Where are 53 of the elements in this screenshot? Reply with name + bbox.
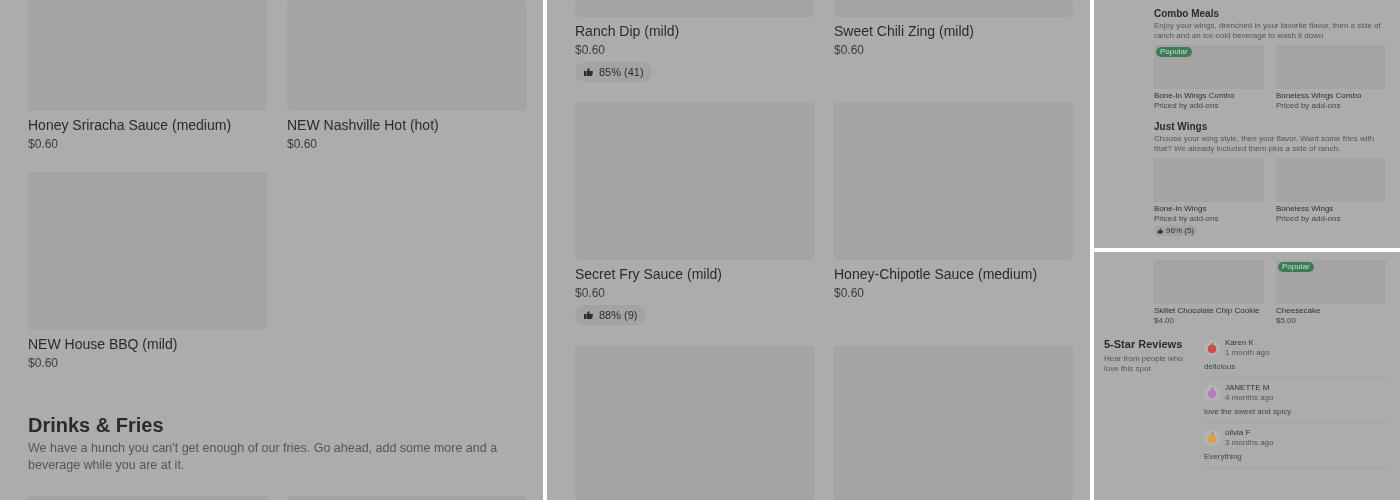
thumbs-up-icon [1157, 227, 1163, 234]
rating-text: 85% (41) [599, 64, 644, 80]
item-name: Secret Fry Sauce (mild) [575, 265, 724, 284]
item-name: Boneless Wings [1276, 204, 1335, 214]
item-price: $0.60 [28, 136, 60, 153]
item-name: Bone-In Wings Combo [1154, 91, 1236, 101]
review-text: love the sweet and spicy [1204, 407, 1293, 417]
section-description: Enjoy your wings, drenched in your favorite flavor, then a side of ranch and an ice-cold beverage to wash it down [1154, 21, 1382, 41]
review-text: Everything [1204, 452, 1243, 462]
item-name: NEW Nashville Hot (hot) [287, 116, 440, 135]
item-name: Cheesecake [1276, 306, 1322, 316]
item-price: $0.60 [28, 355, 60, 372]
item-subtitle: Priced by add-ons [1276, 214, 1342, 224]
reviewer-name: Karen K [1225, 338, 1255, 348]
review-time: 3 months ago [1225, 438, 1274, 448]
section-description: Choose your wing style, then your flavor. Want some fries with that? We already included them plus a side of ranch. [1154, 134, 1376, 154]
item-name: Honey-Chipotle Sauce (medium) [834, 265, 1039, 284]
review-time: 1 month ago [1225, 348, 1270, 358]
reviews-subtitle: Hear from people who love this spot [1104, 354, 1184, 374]
item-subtitle: Priced by add-ons [1276, 101, 1342, 111]
item-subtitle: $4.00 [1154, 316, 1176, 326]
review-text: delicious [1204, 362, 1237, 372]
thumbs-up-icon [583, 310, 593, 320]
popular-badge: Popular [1156, 47, 1192, 57]
section-title: Drinks & Fries [28, 413, 165, 438]
popular-badge: Popular [1278, 262, 1314, 272]
section-title: Just Wings [1154, 121, 1209, 133]
item-subtitle: Priced by add-ons [1154, 214, 1220, 224]
reviews-title: 5-Star Reviews [1104, 338, 1184, 351]
review-time: 4 months ago [1225, 393, 1274, 403]
rating-text: 88% (9) [599, 307, 638, 323]
reviewer-name: olivia F [1225, 428, 1252, 438]
thumbs-up-icon [583, 67, 593, 77]
item-subtitle: $5.00 [1276, 316, 1298, 326]
reviewer-name: JANETTE M [1225, 383, 1271, 393]
item-subtitle: Priced by add-ons [1154, 101, 1220, 111]
item-price: $0.60 [575, 42, 607, 59]
item-name: Boneless Wings Combo [1276, 91, 1363, 101]
item-name: Sweet Chili Zing (mild) [834, 22, 976, 41]
item-price: $0.60 [834, 42, 866, 59]
section-title: Combo Meals [1154, 8, 1220, 20]
item-name: Bone-In Wings [1154, 204, 1208, 214]
food-image-placeholder[interactable]: Popular [1276, 260, 1386, 304]
food-image-placeholder[interactable]: Popular [1154, 45, 1264, 89]
item-name: Ranch Dip (mild) [575, 22, 681, 41]
rating-text: 96% (5) [1166, 225, 1194, 236]
item-price: $0.60 [287, 136, 319, 153]
item-name: NEW House BBQ (mild) [28, 335, 179, 354]
item-name: Honey Sriracha Sauce (medium) [28, 116, 233, 135]
item-price: $0.60 [834, 285, 866, 302]
item-price: $0.60 [575, 285, 607, 302]
section-description: We have a hunch you can't get enough of our fries. Go ahead, add some more and a beverage while you are at it. [28, 440, 499, 474]
item-name: Skillet Chocolate Chip Cookie [1154, 306, 1261, 316]
